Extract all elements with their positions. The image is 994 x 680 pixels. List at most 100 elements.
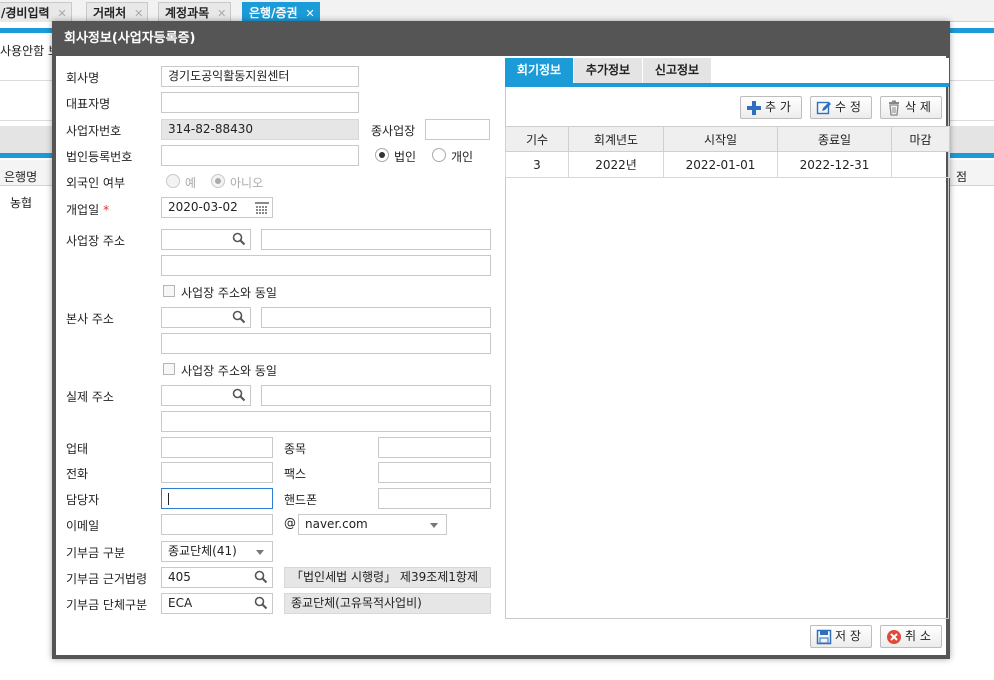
bg-col-right: 점	[956, 170, 968, 184]
biz-zip-input[interactable]	[161, 229, 251, 250]
email-domain-select[interactable]: naver.com	[298, 514, 447, 535]
cell-closed[interactable]	[891, 151, 950, 178]
phone-input[interactable]	[161, 462, 273, 483]
column-header[interactable]: 종료일	[777, 126, 892, 152]
required-mark: *	[103, 203, 110, 217]
company-name-label: 회사명	[66, 71, 100, 85]
donation-type-label: 기부금 구분	[66, 546, 126, 560]
add-button[interactable]: 추 가	[740, 96, 802, 119]
text-caret	[168, 492, 169, 505]
bg-partial-label: 사용안함 보	[0, 44, 60, 58]
search-icon[interactable]	[254, 596, 268, 610]
bizitem-label: 종목	[284, 442, 307, 456]
dialog-title[interactable]: 회사정보(사업자등록증)	[52, 21, 950, 56]
cell-fiscal-year[interactable]: 2022년	[568, 151, 664, 178]
column-header[interactable]: 기수	[505, 126, 569, 152]
save-button[interactable]: 저 장	[810, 625, 872, 648]
column-header[interactable]: 회계년도	[568, 126, 664, 152]
corp-radio[interactable]	[375, 148, 389, 162]
cell-end-date[interactable]: 2022-12-31	[777, 151, 892, 178]
search-icon[interactable]	[232, 232, 246, 246]
foreigner-no-radio	[211, 174, 225, 188]
search-icon[interactable]	[232, 310, 246, 324]
bg-row-bank[interactable]: 농협	[10, 194, 32, 211]
email-id-input[interactable]	[161, 514, 273, 535]
chevron-down-icon	[430, 523, 438, 528]
bizno-label: 사업자번호	[66, 124, 122, 138]
cancel-button-label: 취 소	[905, 629, 931, 643]
cancel-button[interactable]: 취 소	[880, 625, 942, 648]
cell-start-date[interactable]: 2022-01-01	[663, 151, 778, 178]
search-icon[interactable]	[254, 570, 268, 584]
tab-fiscal-info[interactable]: 회기정보	[505, 58, 573, 83]
delete-button[interactable]: 삭 제	[880, 96, 942, 119]
column-header[interactable]: 마감	[891, 126, 950, 152]
edit-button-label: 수 정	[835, 100, 861, 114]
search-icon[interactable]	[232, 388, 246, 402]
ceo-label: 대표자명	[66, 97, 111, 111]
floppy-disk-icon	[816, 629, 832, 645]
foreigner-no-label: 아니오	[230, 176, 264, 190]
bizitem-input[interactable]	[378, 437, 491, 458]
corpno-input[interactable]	[161, 145, 359, 166]
at-sign: @	[284, 516, 296, 530]
open-date-input[interactable]: 2020-03-02	[161, 197, 273, 218]
tab-label: 은행/증권	[249, 6, 298, 20]
biz-addr1-input[interactable]	[261, 229, 491, 250]
branch-label: 종사업장	[371, 124, 416, 138]
cell-period[interactable]: 3	[505, 151, 569, 178]
corp-radio-label: 법인	[394, 150, 417, 164]
fiscal-period-table: 기수 회계년도 시작일 종료일 마감 3 2022년 2022-01-01 20…	[505, 126, 950, 178]
biz-addr-label: 사업장 주소	[66, 234, 126, 248]
donation-type-select[interactable]: 종교단체(41)	[161, 541, 273, 562]
pencil-icon	[816, 101, 831, 115]
calendar-icon[interactable]	[254, 200, 270, 215]
hq-addr1-input[interactable]	[261, 307, 491, 328]
bg-col-bank: 은행명	[4, 170, 38, 184]
hq-zip-input[interactable]	[161, 307, 251, 328]
mobile-input[interactable]	[378, 488, 491, 509]
real-zip-input[interactable]	[161, 385, 251, 406]
donation-law-code-input[interactable]: 405	[161, 567, 273, 588]
real-addr1-input[interactable]	[261, 385, 491, 406]
edit-button[interactable]: 수 정	[810, 96, 872, 119]
biztype-input[interactable]	[161, 437, 273, 458]
ceo-input[interactable]	[161, 92, 359, 113]
top-tab-bar: /경비입력 ✕ 거래처 ✕ 계정과목 ✕ 은행/증권 ✕	[0, 0, 994, 22]
tab-accounts[interactable]: 계정과목 ✕	[158, 2, 232, 22]
tab-bank-securities[interactable]: 은행/증권 ✕	[242, 2, 320, 22]
real-same-label: 사업장 주소와 동일	[181, 364, 277, 378]
company-name-input[interactable]: 경기도공익활동지원센터	[161, 66, 359, 87]
email-label: 이메일	[66, 519, 100, 533]
table-row[interactable]: 3 2022년 2022-01-01 2022-12-31	[505, 151, 950, 178]
branch-input[interactable]	[425, 119, 490, 140]
hq-same-label: 사업장 주소와 동일	[181, 286, 277, 300]
donation-type-value: 종교단체(41)	[168, 544, 237, 558]
open-date-label: 개업일 *	[66, 201, 109, 218]
tab-additional-info[interactable]: 추가정보	[574, 58, 642, 83]
real-addr2-input[interactable]	[161, 411, 491, 432]
tab-report-info[interactable]: 신고정보	[643, 58, 711, 83]
donation-group-desc: 종교단체(고유목적사업비)	[284, 593, 491, 614]
tab-expense-input[interactable]: /경비입력 ✕	[0, 2, 72, 22]
column-header[interactable]: 시작일	[663, 126, 778, 152]
real-same-checkbox[interactable]	[163, 363, 175, 375]
trash-icon	[889, 100, 899, 116]
donation-law-label: 기부금 근거법령	[66, 572, 148, 586]
individual-radio[interactable]	[432, 148, 446, 162]
donation-law-desc: 「법인세법 시행령」 제39조제1항제	[284, 567, 491, 588]
hq-same-checkbox[interactable]	[163, 285, 175, 297]
bizno-input: 314-82-88430	[161, 119, 359, 140]
manager-input[interactable]	[161, 488, 273, 509]
add-button-label: 추 가	[765, 100, 791, 114]
phone-label: 전화	[66, 467, 89, 481]
biz-addr2-input[interactable]	[161, 255, 491, 276]
donation-group-code-input[interactable]: ECA	[161, 593, 273, 614]
open-date-label-text: 개업일	[66, 203, 100, 217]
individual-radio-label: 개인	[451, 150, 474, 164]
fax-input[interactable]	[378, 462, 491, 483]
hq-addr2-input[interactable]	[161, 333, 491, 354]
email-domain-value: naver.com	[305, 517, 368, 531]
tab-clients[interactable]: 거래처 ✕	[86, 2, 149, 22]
save-button-label: 저 장	[835, 629, 861, 643]
